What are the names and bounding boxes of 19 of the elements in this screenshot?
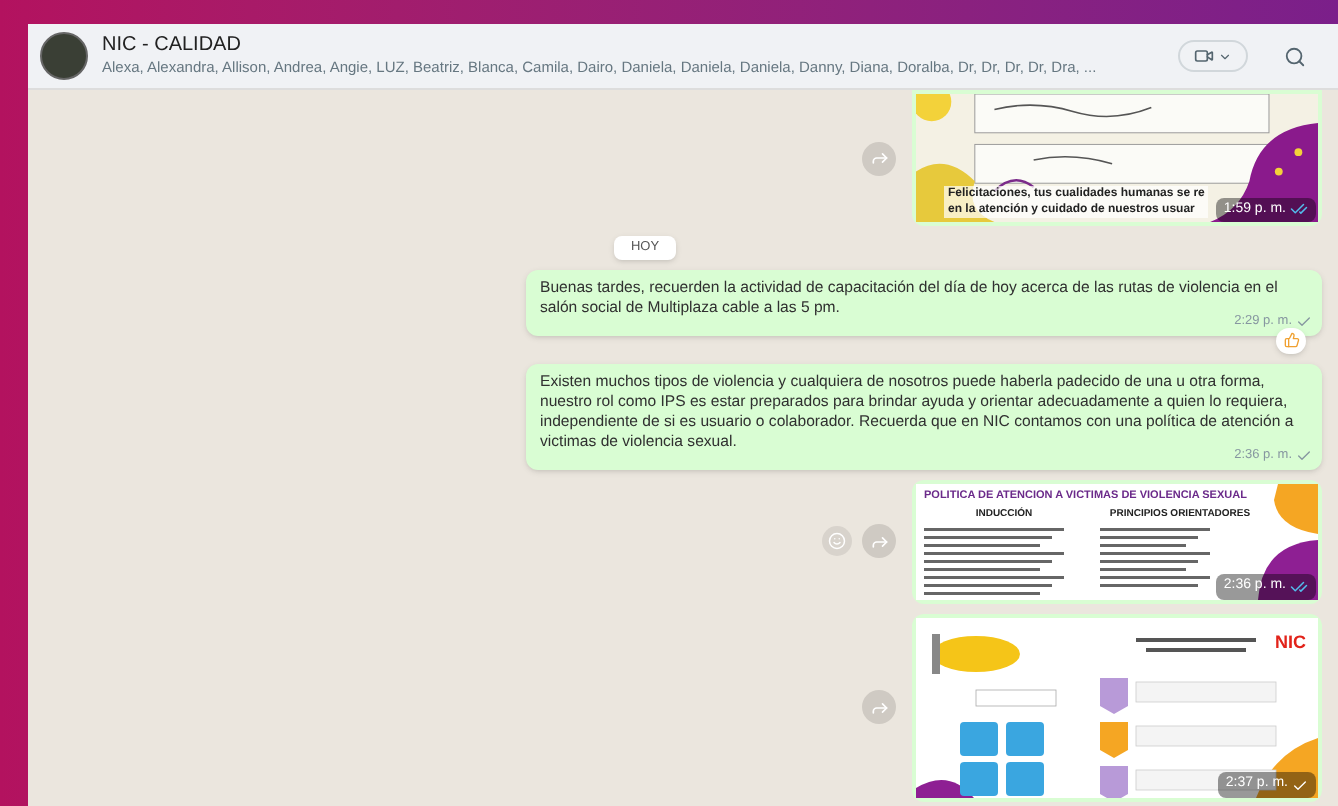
logo: NIC: [1275, 629, 1306, 656]
group-avatar[interactable]: [40, 32, 88, 80]
chat-title: NIC - CALIDAD: [102, 34, 243, 58]
thumbs-up-icon: [1283, 332, 1299, 349]
forward-button[interactable]: [862, 141, 896, 175]
forward-button[interactable]: [862, 690, 896, 725]
video-call-button[interactable]: [1178, 40, 1248, 72]
text-lines-drawing: [924, 527, 1064, 600]
text-lines-drawing: [1100, 527, 1210, 591]
smiley-icon: [828, 532, 846, 551]
video-camera-icon: [1194, 46, 1214, 66]
forward-icon: [869, 531, 889, 552]
search-icon: [1283, 45, 1305, 67]
emoji-react-button[interactable]: [822, 526, 852, 557]
forward-button[interactable]: [862, 524, 896, 559]
forward-icon: [869, 148, 889, 168]
chevron-icon: [1218, 49, 1232, 63]
reaction-badge[interactable]: [1276, 327, 1306, 354]
forward-icon: [869, 697, 889, 718]
